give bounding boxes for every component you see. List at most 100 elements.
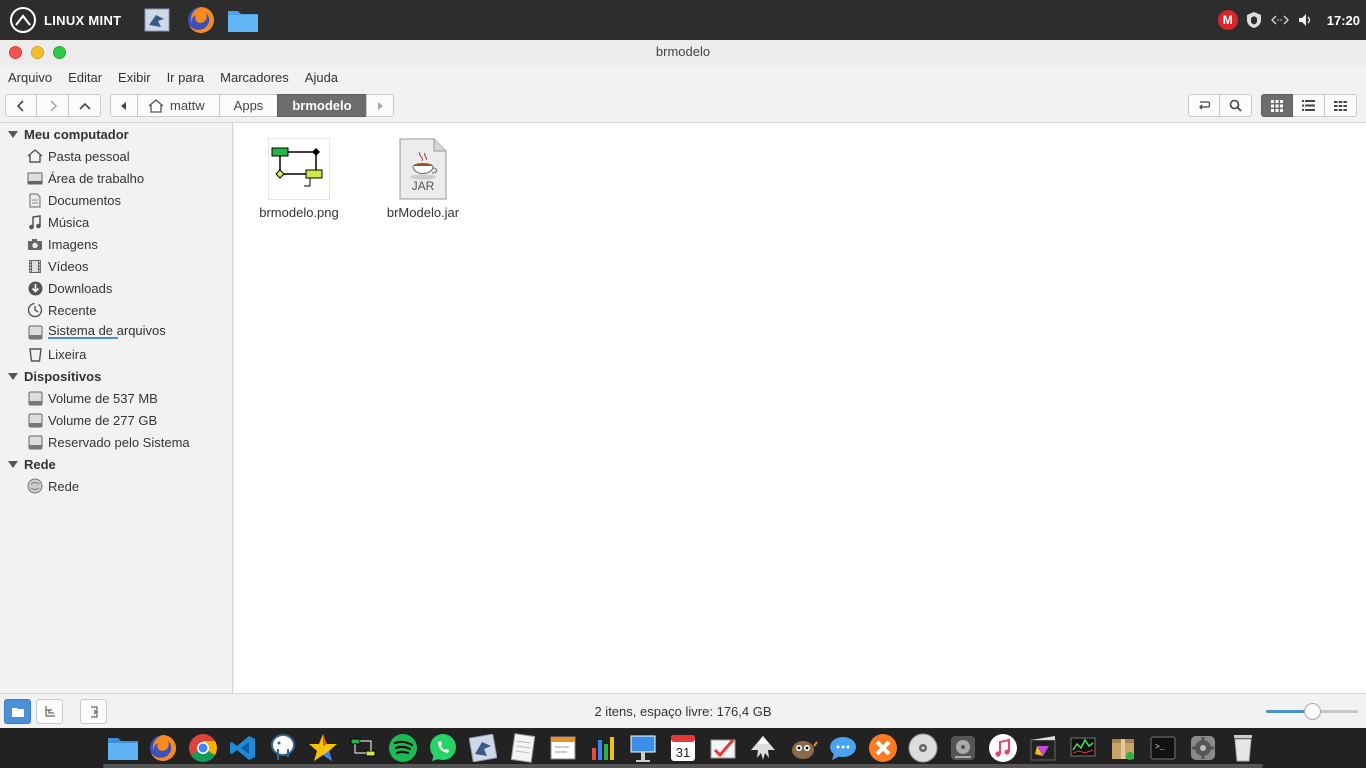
titlebar[interactable]: brmodelo bbox=[0, 40, 1366, 65]
bird-app-icon[interactable] bbox=[141, 4, 173, 36]
files-icon[interactable] bbox=[103, 730, 143, 766]
sidebar-item-reservado[interactable]: Reservado pelo Sistema bbox=[0, 431, 232, 453]
forward-button[interactable] bbox=[37, 94, 69, 117]
whatsapp-icon[interactable] bbox=[423, 730, 463, 766]
sidebar-item-documentos[interactable]: Documentos bbox=[0, 189, 232, 211]
search-button[interactable] bbox=[1220, 94, 1252, 117]
documents-icon bbox=[26, 192, 44, 208]
star-icon[interactable] bbox=[303, 730, 343, 766]
file-name: brModelo.jar bbox=[386, 205, 460, 220]
calendar-icon[interactable]: 31 bbox=[663, 730, 703, 766]
sidebar-item-volume-537[interactable]: Volume de 537 MB bbox=[0, 387, 232, 409]
mail-check-icon[interactable] bbox=[703, 730, 743, 766]
charts-icon[interactable] bbox=[583, 730, 623, 766]
menu-ir-para[interactable]: Ir para bbox=[159, 70, 213, 85]
menu-exibir[interactable]: Exibir bbox=[110, 70, 159, 85]
sidebar-section-header[interactable]: Meu computador bbox=[0, 123, 232, 145]
volume-icon[interactable] bbox=[1293, 7, 1319, 33]
files-folder-icon[interactable] bbox=[227, 4, 259, 36]
diagram-image-icon bbox=[267, 137, 331, 201]
section-title: Dispositivos bbox=[24, 368, 102, 384]
list-view-button[interactable] bbox=[1293, 94, 1325, 117]
disc-icon[interactable] bbox=[903, 730, 943, 766]
sidebar-item-downloads[interactable]: Downloads bbox=[0, 277, 232, 299]
disk-utility-icon[interactable] bbox=[943, 730, 983, 766]
text-editor-icon[interactable] bbox=[543, 730, 583, 766]
triangle-right-icon bbox=[377, 101, 383, 110]
xampp-icon[interactable] bbox=[863, 730, 903, 766]
network-icon[interactable] bbox=[1267, 7, 1293, 33]
settings-icon[interactable] bbox=[1183, 730, 1223, 766]
sidebar-item-area-de-trabalho[interactable]: Área de trabalho bbox=[0, 167, 232, 189]
music-icon[interactable] bbox=[983, 730, 1023, 766]
trash-icon bbox=[26, 346, 44, 362]
back-button[interactable] bbox=[5, 94, 37, 117]
dock: 31 >_ bbox=[103, 728, 1263, 768]
trash-icon[interactable] bbox=[1223, 730, 1263, 766]
icon-view-button[interactable] bbox=[1261, 94, 1293, 117]
sidebar-section-header[interactable]: Rede bbox=[0, 453, 232, 475]
sidebar-item-label: Imagens bbox=[48, 236, 98, 252]
location-toggle-icon bbox=[1199, 100, 1211, 109]
toggle-location-button[interactable] bbox=[1188, 94, 1220, 117]
firefox-icon[interactable] bbox=[143, 730, 183, 766]
archive-icon[interactable] bbox=[1103, 730, 1143, 766]
vscode-icon[interactable] bbox=[223, 730, 263, 766]
notes-icon[interactable] bbox=[503, 730, 543, 766]
sidebar-item-musica[interactable]: Música bbox=[0, 211, 232, 233]
keynote-icon[interactable] bbox=[623, 730, 663, 766]
chrome-icon[interactable] bbox=[183, 730, 223, 766]
path-crumb-apps[interactable]: Apps bbox=[218, 94, 279, 117]
path-crumb-home[interactable]: mattw bbox=[137, 94, 220, 117]
music-icon bbox=[26, 214, 44, 230]
sidebar-item-sistema-de-arquivos[interactable]: Sistema de arquivos bbox=[0, 321, 232, 343]
zoom-slider-handle[interactable] bbox=[1304, 703, 1321, 720]
spotify-icon[interactable] bbox=[383, 730, 423, 766]
file-item-brmodelo-jar[interactable]: JAR brModelo.jar bbox=[368, 137, 478, 220]
bird-app-icon[interactable] bbox=[463, 730, 503, 766]
compact-grid-icon bbox=[1334, 100, 1347, 111]
menu-arquivo[interactable]: Arquivo bbox=[0, 70, 60, 85]
menu-marcadores[interactable]: Marcadores bbox=[212, 70, 297, 85]
mega-icon[interactable]: M bbox=[1215, 7, 1241, 33]
terminal-icon[interactable]: >_ bbox=[1143, 730, 1183, 766]
final-cut-icon[interactable] bbox=[1023, 730, 1063, 766]
menu-button[interactable]: LINUX MINT bbox=[4, 0, 127, 40]
sidebar-item-volume-277[interactable]: Volume de 277 GB bbox=[0, 409, 232, 431]
file-view[interactable]: brmodelo.png JAR brModelo.jar bbox=[234, 123, 1366, 693]
sidebar-item-recente[interactable]: Recente bbox=[0, 299, 232, 321]
menu-editar[interactable]: Editar bbox=[60, 70, 110, 85]
postgresql-icon[interactable] bbox=[263, 730, 303, 766]
sidebar-section-header[interactable]: Dispositivos bbox=[0, 365, 232, 387]
sidebar-item-imagens[interactable]: Imagens bbox=[0, 233, 232, 255]
view-tools bbox=[1188, 94, 1366, 117]
file-item-brmodelo-png[interactable]: brmodelo.png bbox=[244, 137, 354, 220]
messages-icon[interactable] bbox=[823, 730, 863, 766]
sidebar-item-label: Downloads bbox=[48, 280, 113, 296]
path-crumb-label: mattw bbox=[170, 98, 205, 113]
sidebar-item-label: Música bbox=[48, 214, 90, 230]
path-crumb-current[interactable]: brmodelo bbox=[277, 94, 367, 117]
drive-icon bbox=[26, 412, 44, 428]
gimp-icon[interactable] bbox=[783, 730, 823, 766]
shield-icon[interactable] bbox=[1241, 7, 1267, 33]
sidebar-item-lixeira[interactable]: Lixeira bbox=[0, 343, 232, 365]
sidebar-item-rede[interactable]: Rede bbox=[0, 475, 232, 497]
clock[interactable]: 17:20 bbox=[1327, 13, 1360, 28]
calendar-day: 31 bbox=[676, 745, 690, 760]
sidebar-item-pasta-pessoal[interactable]: Pasta pessoal bbox=[0, 145, 232, 167]
path-left-arrow-button[interactable] bbox=[110, 94, 138, 117]
up-button[interactable] bbox=[69, 94, 101, 117]
firefox-icon[interactable] bbox=[185, 4, 217, 36]
menu-ajuda[interactable]: Ajuda bbox=[297, 70, 346, 85]
sidebar-item-label: Rede bbox=[48, 478, 80, 494]
inkscape-icon[interactable] bbox=[743, 730, 783, 766]
path-right-arrow-button[interactable] bbox=[365, 94, 394, 117]
system-monitor-icon[interactable] bbox=[1063, 730, 1103, 766]
sidebar-item-videos[interactable]: Vídeos bbox=[0, 255, 232, 277]
home-icon bbox=[26, 148, 44, 164]
network-icon bbox=[26, 478, 44, 494]
status-text: 2 itens, espaço livre: 176,4 GB bbox=[594, 704, 772, 719]
compact-view-button[interactable] bbox=[1325, 94, 1357, 117]
brmodelo-icon[interactable] bbox=[343, 730, 383, 766]
